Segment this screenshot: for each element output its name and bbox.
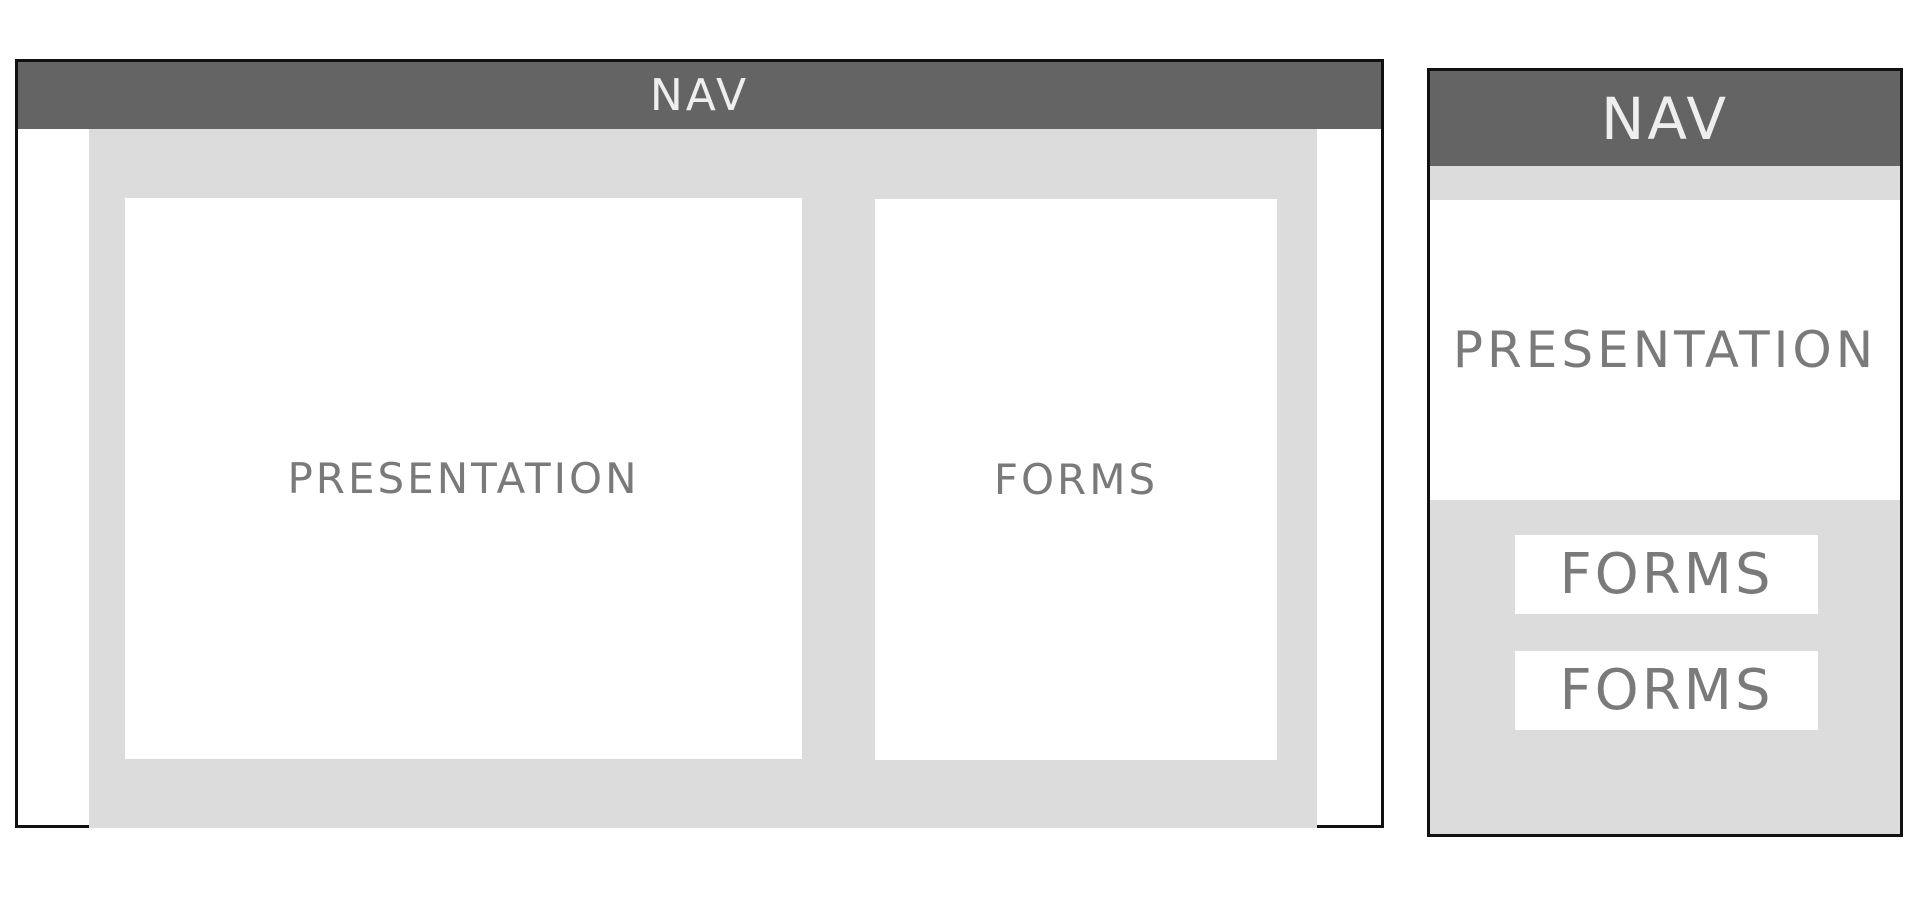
mobile-presentation-label: PRESENTATION — [1452, 321, 1878, 379]
desktop-presentation-panel: PRESENTATION — [125, 198, 802, 759]
desktop-forms-panel: FORMS — [875, 199, 1277, 760]
desktop-forms-label: FORMS — [993, 455, 1159, 504]
wireframe-diagram: NAV PRESENTATION FORMS NAV PRESENTATION … — [0, 0, 1920, 915]
mobile-content-area: PRESENTATION FORMS FORMS — [1430, 166, 1900, 834]
mobile-presentation-panel: PRESENTATION — [1430, 200, 1900, 500]
mobile-forms-panel-1: FORMS — [1515, 535, 1818, 614]
mobile-forms-label-2: FORMS — [1559, 658, 1774, 723]
desktop-presentation-label: PRESENTATION — [287, 454, 640, 503]
mobile-layout-frame: NAV PRESENTATION FORMS FORMS — [1427, 68, 1903, 837]
mobile-nav-label: NAV — [1600, 84, 1730, 153]
mobile-nav-bar: NAV — [1430, 71, 1900, 166]
desktop-layout-frame: NAV PRESENTATION FORMS — [15, 59, 1384, 828]
desktop-nav-bar: NAV — [18, 62, 1381, 129]
desktop-nav-label: NAV — [649, 70, 750, 121]
mobile-forms-panel-2: FORMS — [1515, 651, 1818, 730]
desktop-content-area: PRESENTATION FORMS — [89, 129, 1317, 828]
mobile-forms-label-1: FORMS — [1559, 542, 1774, 607]
